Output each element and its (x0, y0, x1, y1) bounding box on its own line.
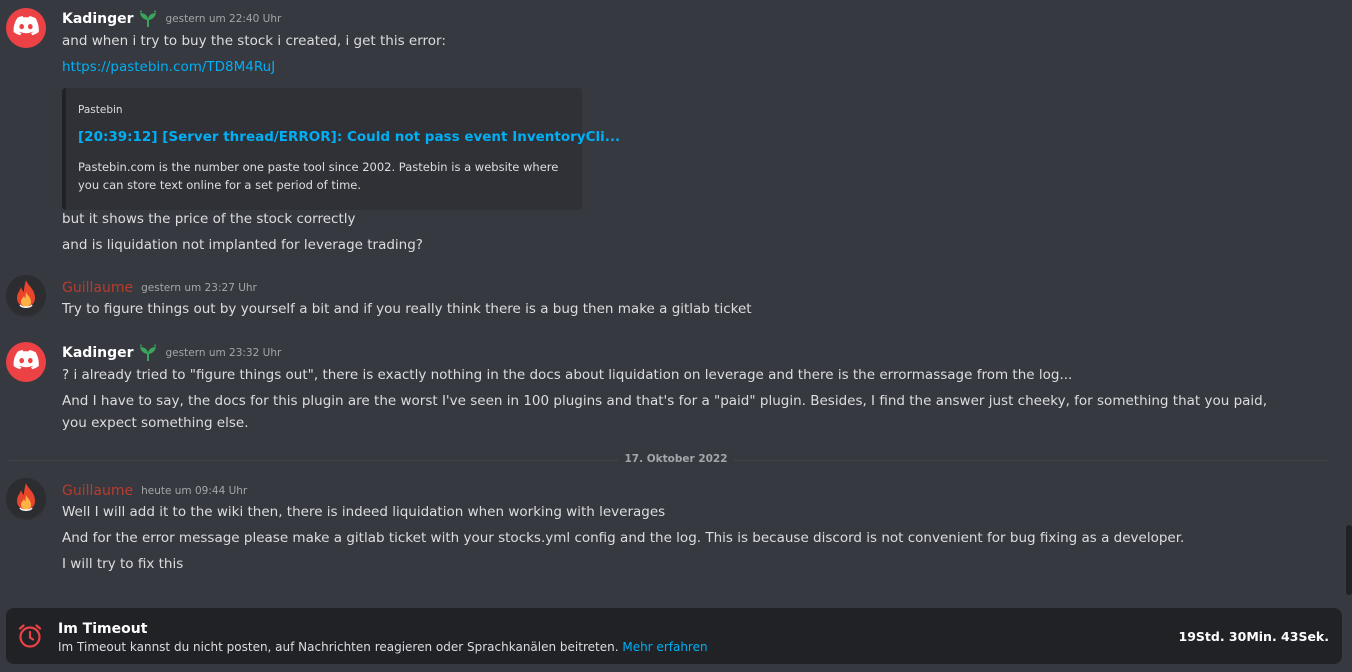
embed-provider: Pastebin (78, 104, 123, 116)
avatar[interactable] (6, 342, 46, 382)
message-text: And I have to say, the docs for this plu… (62, 393, 1268, 431)
message-link[interactable]: https://pastebin.com/TD8M4RuJ (62, 56, 275, 78)
message-text: ? i already tried to "figure things out"… (62, 367, 1073, 383)
message-header: Guillaume heute um 09:44 Uhr (62, 480, 247, 502)
timeout-description: Im Timeout kannst du nicht posten, auf N… (58, 640, 708, 654)
learn-more-link[interactable]: Mehr erfahren (622, 640, 707, 654)
message-group: Guillaume gestern um 23:27 Uhr Try to fi… (0, 275, 1330, 327)
clock-alert-icon (17, 623, 43, 653)
discord-logo-icon (13, 350, 39, 374)
timeout-title: Im Timeout (58, 621, 148, 637)
sprout-badge-icon[interactable] (138, 10, 158, 28)
timestamp: gestern um 23:27 Uhr (141, 282, 257, 294)
timestamp: gestern um 22:40 Uhr (165, 13, 282, 25)
embed-title-link[interactable]: [20:39:12] [Server thread/ERROR]: Could … (78, 129, 620, 145)
message-text: Try to figure things out by yourself a b… (62, 301, 752, 317)
link-embed: Pastebin [20:39:12] [Server thread/ERROR… (62, 88, 620, 210)
chat-window: Kadinger gestern um 22:40 Uhr and when i… (0, 0, 1352, 672)
username[interactable]: Guillaume (62, 280, 133, 296)
timestamp: heute um 09:44 Uhr (141, 485, 248, 497)
date-divider-label: 17. Oktober 2022 (618, 453, 734, 465)
scrollbar-thumb[interactable] (1346, 525, 1352, 595)
scrollbar-track[interactable] (1344, 0, 1352, 600)
message-text: and is liquidation not implanted for lev… (62, 237, 423, 253)
avatar[interactable] (6, 478, 46, 522)
message-header: Kadinger gestern um 22:40 Uhr (62, 8, 281, 30)
message-group: Kadinger gestern um 22:40 Uhr and when i… (0, 8, 1330, 258)
message-text: and when i try to buy the stock i create… (62, 33, 446, 49)
username[interactable]: Kadinger (62, 345, 134, 361)
timestamp: gestern um 23:32 Uhr (165, 347, 282, 359)
sprout-badge-icon[interactable] (138, 344, 158, 362)
avatar[interactable] (6, 8, 46, 48)
message-group: Guillaume heute um 09:44 Uhr Well I will… (0, 478, 1330, 580)
fire-icon (6, 275, 46, 319)
timeout-description-text: Im Timeout kannst du nicht posten, auf N… (58, 640, 619, 654)
fire-icon (6, 478, 46, 522)
message-group: Kadinger gestern um 23:32 Uhr ? i alread… (0, 342, 1330, 437)
message-text: Well I will add it to the wiki then, the… (62, 504, 666, 520)
timeout-notice: Im Timeout Im Timeout kannst du nicht po… (6, 608, 1342, 664)
username[interactable]: Guillaume (62, 483, 133, 499)
message-header: Kadinger gestern um 23:32 Uhr (62, 342, 281, 364)
username[interactable]: Kadinger (62, 11, 134, 27)
message-header: Guillaume gestern um 23:27 Uhr (62, 277, 257, 299)
timeout-countdown: 19Std. 30Min. 43Sek. (1178, 629, 1329, 644)
embed-description: Pastebin.com is the number one paste too… (78, 160, 559, 192)
message-text: And for the error message please make a … (62, 530, 1185, 546)
avatar[interactable] (6, 275, 46, 319)
discord-logo-icon (13, 16, 39, 40)
message-text: but it shows the price of the stock corr… (62, 211, 356, 227)
message-text: I will try to fix this (62, 556, 184, 572)
